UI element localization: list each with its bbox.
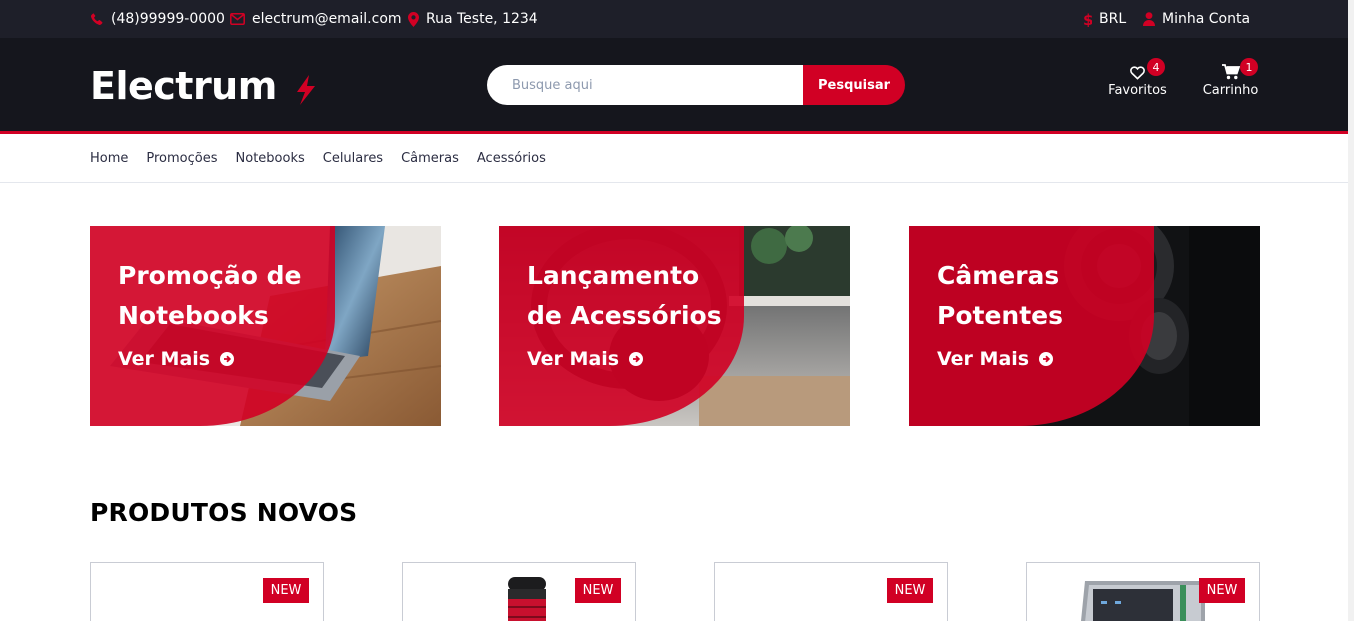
pc-case-image [1081,581,1205,621]
banner-title-line1: Câmeras [937,261,1060,290]
new-badge: NEW [575,578,621,603]
new-badge: NEW [1199,578,1245,603]
favorites-count-badge: 4 [1147,58,1165,76]
phone-icon [90,13,103,25]
banner-title-line1: Promoção de [118,261,302,290]
svg-text:$: $ [1083,12,1092,27]
nav-list: Home Promoções Notebooks Celulares Câmer… [90,134,564,183]
search-bar: Pesquisar [487,65,905,105]
currency-selector[interactable]: $ BRL [1083,0,1126,38]
nav-item-notebooks[interactable]: Notebooks [236,151,305,166]
cart-label: Carrinho [1202,83,1259,98]
banner-title-line2: Potentes [937,301,1063,330]
banner-title: Lançamento de Acessórios [527,256,787,336]
microphone-image [508,577,546,621]
favorites-icon-wrap [1130,60,1145,80]
nav-item-celulares[interactable]: Celulares [323,151,383,166]
banner-title-line2: de Acessórios [527,301,722,330]
ver-mais-label: Ver Mais [118,348,211,370]
arrow-circle-right-icon [629,352,644,366]
banner-title: Promoção de Notebooks [118,256,378,336]
search-input[interactable] [487,65,807,105]
phone-number: (48)99999-0000 [111,11,225,27]
email-contact[interactable]: electrum@email.com [230,0,402,38]
ver-mais-label: Ver Mais [937,348,1030,370]
nav-item-home[interactable]: Home [90,151,128,166]
phone-contact[interactable]: (48)99999-0000 [90,0,225,38]
banner-title-line1: Lançamento [527,261,700,290]
cart-icon-wrap [1221,60,1240,80]
new-badge: NEW [263,578,309,603]
cart-count-badge: 1 [1240,58,1258,76]
banner-title: Câmeras Potentes [937,256,1197,336]
ver-mais-link[interactable]: Ver Mais [527,348,644,370]
banner-notebooks[interactable]: Promoção de Notebooks Ver Mais [90,226,441,426]
nav-item-promocoes[interactable]: Promoções [146,151,217,166]
envelope-icon [230,13,245,25]
address-contact[interactable]: Rua Teste, 1234 [408,0,538,38]
product-card[interactable]: NEW [714,562,948,621]
search-button[interactable]: Pesquisar [803,65,905,105]
favorites-label: Favoritos [1108,83,1167,98]
ver-mais-link[interactable]: Ver Mais [937,348,1054,370]
currency-label: BRL [1099,11,1127,27]
arrow-circle-right-icon [220,352,235,366]
account-link[interactable]: Minha Conta [1143,0,1250,38]
new-badge: NEW [887,578,933,603]
product-card[interactable]: NEW [90,562,324,621]
dollar-icon: $ [1083,12,1092,27]
banner-acessorios[interactable]: Lançamento de Acessórios Ver Mais [499,226,850,426]
user-icon [1143,12,1155,26]
account-label: Minha Conta [1162,11,1251,27]
top-bar: (48)99999-0000 electrum@email.com Rua Te… [0,0,1354,38]
product-card[interactable]: NEW [402,562,636,621]
shopping-cart-icon [1221,64,1240,80]
banner-cameras[interactable]: Câmeras Potentes Ver Mais [909,226,1260,426]
heart-icon [1130,66,1145,80]
ver-mais-link[interactable]: Ver Mais [118,348,235,370]
address-text: Rua Teste, 1234 [426,11,538,27]
banner-title-line2: Notebooks [118,301,269,330]
site-logo[interactable]: Electrum [90,62,277,110]
email-address: electrum@email.com [252,11,402,27]
ver-mais-label: Ver Mais [527,348,620,370]
lightning-bolt-icon [297,75,315,105]
nav-item-acessorios[interactable]: Acessórios [477,151,546,166]
product-card[interactable]: NEW [1026,562,1260,621]
map-marker-icon [408,11,419,27]
page-scrollbar[interactable] [1348,0,1354,621]
arrow-circle-right-icon [1039,352,1054,366]
main-nav: Home Promoções Notebooks Celulares Câmer… [0,134,1348,183]
nav-item-cameras[interactable]: Câmeras [401,151,459,166]
section-title: PRODUTOS NOVOS [90,498,358,527]
